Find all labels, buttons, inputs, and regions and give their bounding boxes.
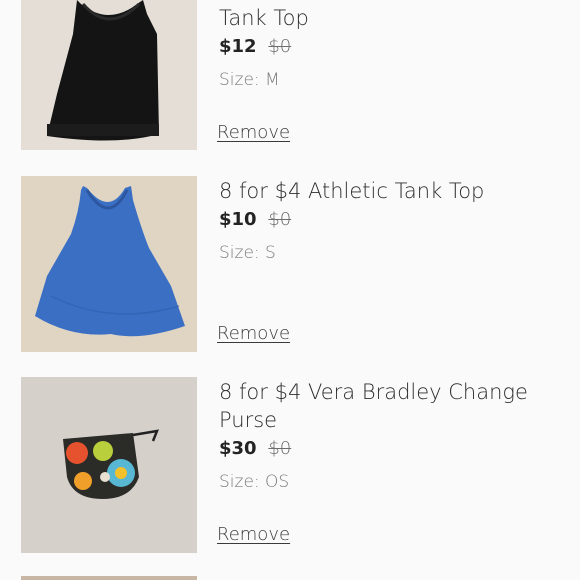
remove-button[interactable]: Remove [217,122,290,144]
item-photo-change-purse[interactable] [21,377,197,553]
remove-button[interactable]: Remove [217,323,290,345]
price-row: $30 $0 [219,438,291,460]
item-size: Size: OS [219,472,290,492]
item-title[interactable]: Tank Top [219,4,559,32]
item-original-price: $0 [268,36,292,57]
item-photo-black-tank-top[interactable] [21,0,197,150]
item-size: Size: M [219,70,280,90]
item-title[interactable]: 8 for $4 Vera Bradley Change Purse [219,378,559,434]
item-original-price: $0 [268,438,292,459]
item-photo-next[interactable] [21,576,197,580]
item-size: Size: S [219,243,276,263]
item-price: $10 [219,209,257,230]
item-price: $12 [219,36,257,57]
item-price: $30 [219,438,257,459]
remove-button[interactable]: Remove [217,524,290,546]
item-title[interactable]: 8 for $4 Athletic Tank Top [219,177,559,205]
item-original-price: $0 [268,209,292,230]
cart-items-list: Tank Top $12 $0 Size: M Remove 8 for $4 … [0,0,580,580]
price-row: $10 $0 [219,209,291,231]
price-row: $12 $0 [219,36,291,58]
item-photo-blue-tank-top[interactable] [21,176,197,352]
